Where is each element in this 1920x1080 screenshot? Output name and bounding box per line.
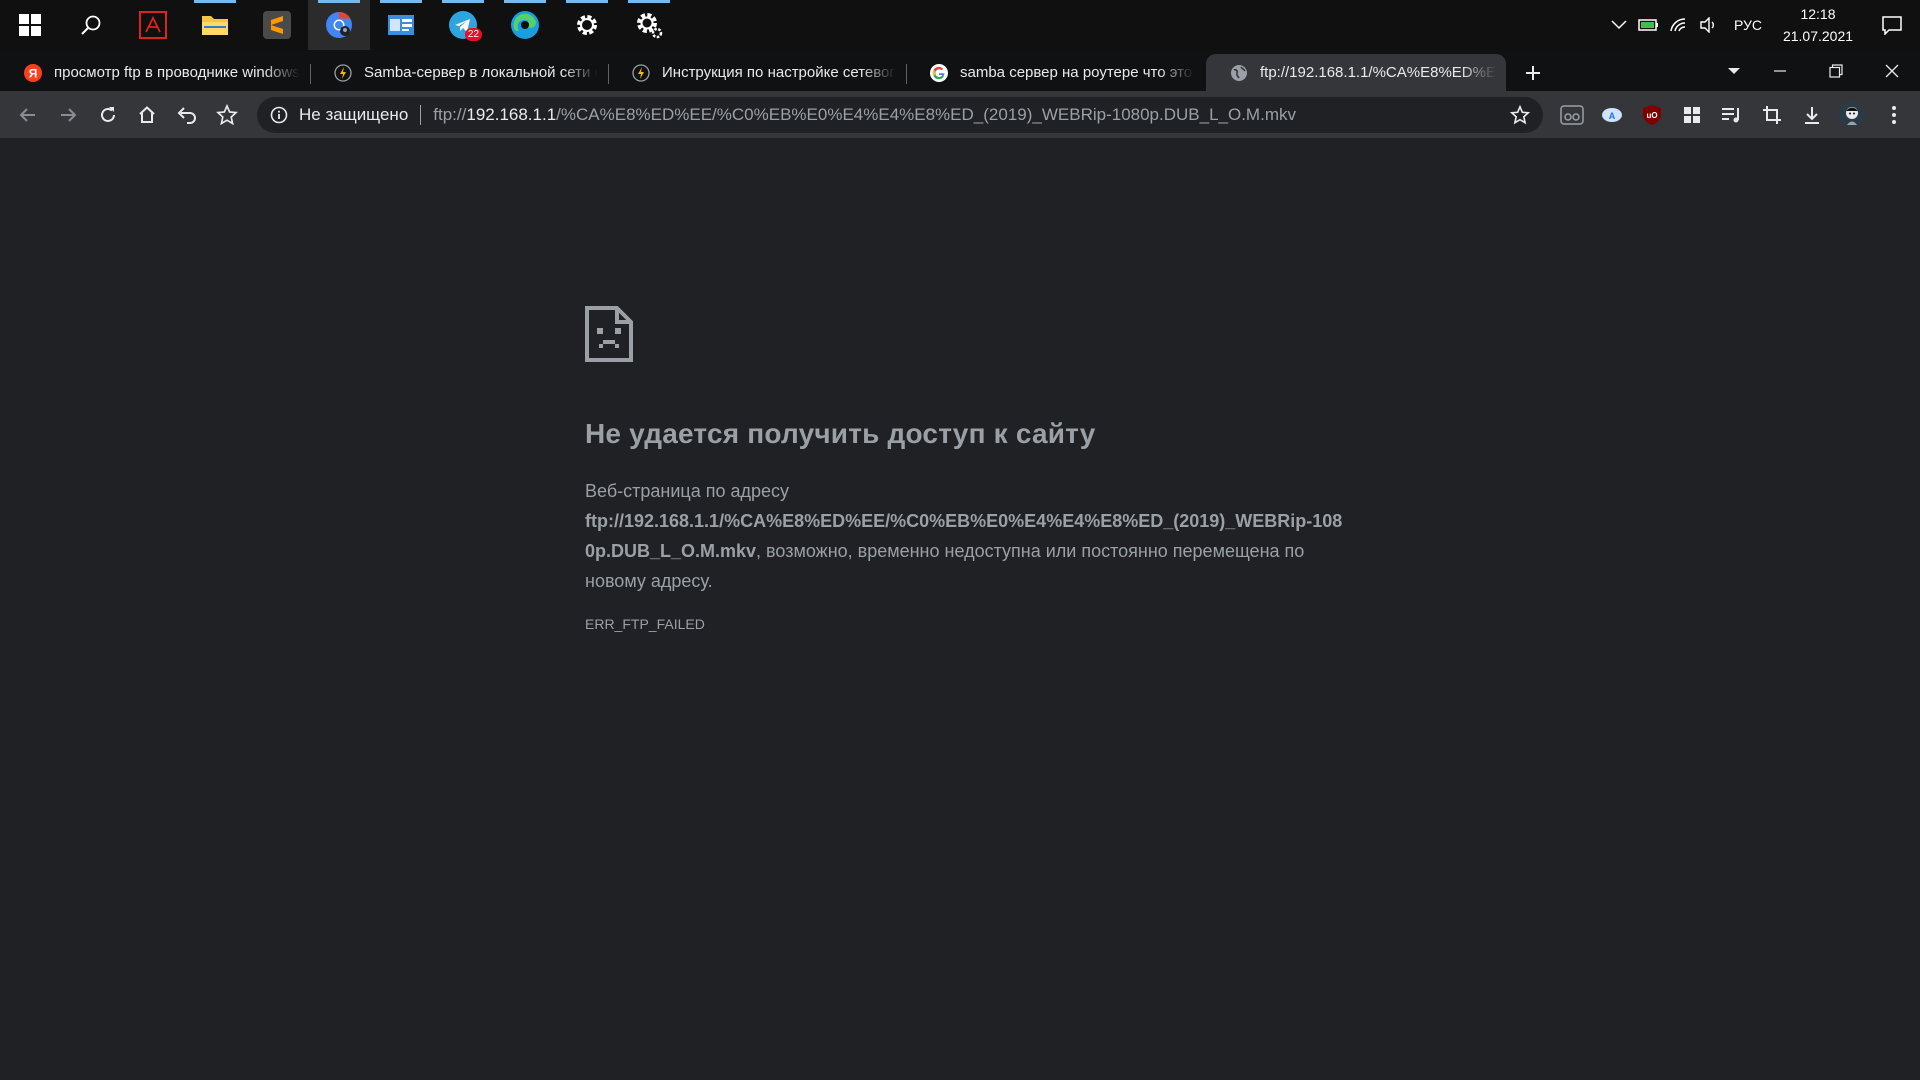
windows-taskbar: 22 РУС 12:18 21.07.2021 bbox=[0, 0, 1920, 50]
menu-kebab-icon[interactable] bbox=[1880, 101, 1908, 129]
edge-app[interactable] bbox=[494, 0, 556, 50]
close-window-button[interactable] bbox=[1864, 50, 1920, 91]
url-scheme: ftp:// bbox=[433, 105, 467, 124]
svg-text:uO: uO bbox=[1646, 111, 1657, 120]
svg-text:Я: Я bbox=[29, 66, 38, 80]
tab-samba[interactable]: Samba-сервер в локальной сети с помощью bbox=[310, 54, 608, 91]
download-icon[interactable] bbox=[1798, 101, 1826, 129]
tab-title: ftp://192.168.1.1/%CA%E8%ED%EE/%C0%EB bbox=[1260, 64, 1496, 81]
running-indicator bbox=[442, 0, 484, 3]
forward-button[interactable] bbox=[52, 99, 84, 131]
tab-title: Инструкция по настройке сетевого хранили… bbox=[662, 64, 896, 81]
home-button[interactable] bbox=[131, 99, 163, 131]
volume-icon[interactable] bbox=[1694, 0, 1724, 50]
tab-yandex[interactable]: Я просмотр ftp в проводнике windows bbox=[0, 54, 310, 91]
url-path: /%CA%E8%ED%EE/%C0%EB%E0%E4%E4%E8%ED_(201… bbox=[556, 105, 1296, 124]
acrobat-app[interactable] bbox=[122, 0, 184, 50]
address-bar[interactable]: Не защищено ftp://192.168.1.1/%CA%E8%ED%… bbox=[257, 97, 1543, 133]
telegram-app[interactable]: 22 bbox=[432, 0, 494, 50]
settings2-app[interactable] bbox=[618, 0, 680, 50]
edge-icon bbox=[510, 10, 540, 40]
url-text[interactable]: ftp://192.168.1.1/%CA%E8%ED%EE/%C0%EB%E0… bbox=[433, 105, 1543, 125]
profile-avatar[interactable] bbox=[1838, 101, 1866, 129]
tab-title: Samba-сервер в локальной сети с помощью bbox=[364, 64, 598, 81]
lightning-icon bbox=[632, 63, 650, 82]
running-indicator bbox=[132, 0, 174, 3]
gears-icon bbox=[634, 10, 664, 40]
clock[interactable]: 12:18 21.07.2021 bbox=[1772, 3, 1864, 47]
folder-icon bbox=[200, 10, 230, 40]
notification-center-icon[interactable] bbox=[1864, 0, 1920, 50]
browser-toolbar: Не защищено ftp://192.168.1.1/%CA%E8%ED%… bbox=[0, 91, 1920, 139]
system-tray: РУС 12:18 21.07.2021 bbox=[1604, 0, 1920, 50]
battery-icon[interactable] bbox=[1634, 0, 1664, 50]
sublime-icon bbox=[262, 10, 292, 40]
google-icon bbox=[930, 63, 948, 82]
translate-extension-icon[interactable]: A bbox=[1598, 101, 1626, 129]
error-title: Не удается получить доступ к сайту bbox=[585, 418, 1096, 449]
reader-extension-icon[interactable] bbox=[1558, 101, 1586, 129]
ublock-extension-icon[interactable]: uO bbox=[1638, 101, 1666, 129]
error-code: ERR_FTP_FAILED bbox=[585, 616, 705, 632]
search-icon bbox=[76, 10, 106, 40]
tab-instruction[interactable]: Инструкция по настройке сетевого хранили… bbox=[608, 54, 906, 91]
media-playlist-icon[interactable] bbox=[1718, 101, 1746, 129]
running-indicator bbox=[380, 0, 422, 3]
chrome-app[interactable] bbox=[308, 0, 370, 50]
globe-icon bbox=[1230, 64, 1248, 82]
omnibox-divider bbox=[420, 105, 422, 125]
windows-logo-icon bbox=[15, 10, 45, 40]
running-indicator bbox=[318, 0, 360, 3]
new-tab-button[interactable] bbox=[1518, 58, 1548, 88]
tab-title: просмотр ftp в проводнике windows bbox=[54, 64, 300, 81]
crop-extension-icon[interactable] bbox=[1758, 101, 1786, 129]
info-icon[interactable] bbox=[267, 106, 291, 124]
unread-badge: 22 bbox=[464, 28, 482, 41]
clock-time: 12:18 bbox=[1800, 6, 1836, 22]
control-panel-app[interactable] bbox=[370, 0, 432, 50]
error-desc-prefix: Веб-страница по адресу bbox=[585, 481, 789, 501]
chrome-icon bbox=[324, 10, 354, 40]
error-description: Веб-страница по адресу ftp://192.168.1.1… bbox=[585, 476, 1345, 596]
running-indicator bbox=[628, 0, 670, 3]
running-indicator bbox=[504, 0, 546, 3]
sad-document-icon bbox=[585, 306, 633, 362]
tab-google[interactable]: samba сервер на роутере что это - Поиск bbox=[906, 54, 1204, 91]
tab-ftp-active[interactable]: ftp://192.168.1.1/%CA%E8%ED%EE/%C0%EB bbox=[1206, 54, 1506, 91]
error-container: Не удается получить доступ к сайту Веб-с… bbox=[585, 306, 1345, 632]
pdf-icon bbox=[138, 10, 168, 40]
sublime-app[interactable] bbox=[246, 0, 308, 50]
yandex-icon: Я bbox=[24, 63, 42, 82]
running-indicator bbox=[194, 0, 236, 3]
wifi-icon[interactable] bbox=[1664, 0, 1694, 50]
undo-close-tab-button[interactable] bbox=[171, 99, 203, 131]
minimize-button[interactable] bbox=[1752, 50, 1808, 91]
settings-app[interactable] bbox=[556, 0, 618, 50]
page-content: Не удается получить доступ к сайту Веб-с… bbox=[0, 139, 1920, 1080]
apps-grid-extension-icon[interactable] bbox=[1678, 101, 1706, 129]
start-button[interactable] bbox=[0, 0, 60, 50]
explorer-app[interactable] bbox=[184, 0, 246, 50]
url-host: 192.168.1.1 bbox=[466, 105, 557, 124]
svg-text:A: A bbox=[1609, 111, 1616, 121]
back-button[interactable] bbox=[12, 99, 44, 131]
language-indicator[interactable]: РУС bbox=[1724, 17, 1772, 33]
tab-strip: Я просмотр ftp в проводнике windows Samb… bbox=[0, 50, 1920, 91]
running-indicator bbox=[566, 0, 608, 3]
clock-date: 21.07.2021 bbox=[1782, 28, 1854, 44]
panel-icon bbox=[386, 10, 416, 40]
star-icon[interactable] bbox=[1509, 104, 1531, 126]
reload-button[interactable] bbox=[92, 99, 124, 131]
search-button[interactable] bbox=[60, 0, 122, 50]
tab-title: samba сервер на роутере что это - Поиск bbox=[960, 64, 1194, 81]
bookmark-star-button[interactable] bbox=[211, 99, 243, 131]
lightning-icon bbox=[334, 63, 352, 82]
security-label[interactable]: Не защищено bbox=[299, 105, 408, 125]
restore-button[interactable] bbox=[1808, 50, 1864, 91]
gear-icon bbox=[572, 10, 602, 40]
chevron-up-icon[interactable] bbox=[1604, 0, 1634, 50]
